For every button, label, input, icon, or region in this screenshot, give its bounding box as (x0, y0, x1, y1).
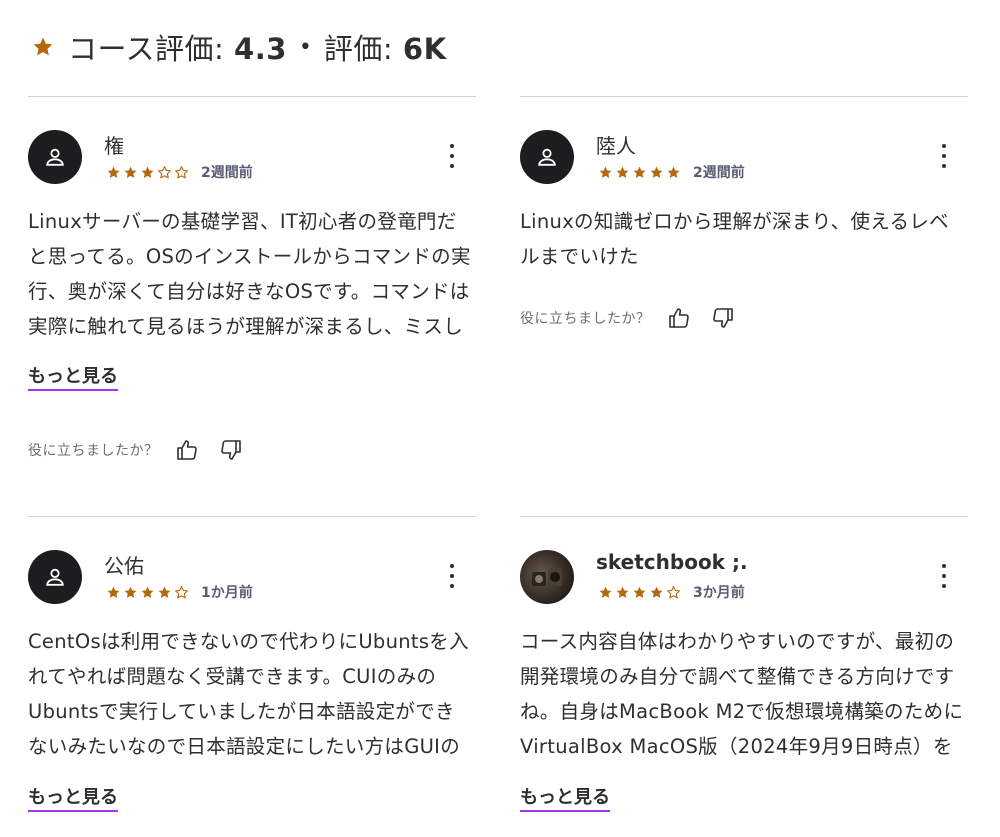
review-card: 公佑 1か月前 CentOsは利用できないので代わりにUbuntsを入れてやれば… (28, 516, 476, 837)
see-more-button[interactable]: もっと見る (28, 787, 118, 812)
more-options-button[interactable] (448, 144, 456, 168)
star-filled-icon (124, 166, 137, 178)
helpful-row: 役に立ちましたか？ (520, 304, 753, 332)
divider (520, 96, 968, 97)
reviewer-name: 公佑 (104, 554, 144, 578)
review-card: 権 2週間前 Linuxサーバーの基礎学習、IT初心者の登竜門だと思ってる。OS… (28, 96, 476, 496)
star-filled-icon (107, 586, 120, 598)
star-filled-icon (616, 586, 629, 598)
review-text: コース内容自体はわかりやすいのですが、最初の開発環境のみ自分で調べて整備できる方… (520, 630, 964, 758)
avatar (28, 130, 82, 184)
course-rating-header: コース評価: 4.3 • 評価: 6K (32, 26, 447, 68)
star-filled-icon (599, 586, 612, 598)
course-rating-text: コース評価: 4.3 (68, 26, 287, 68)
thumbs-up-icon[interactable] (173, 436, 201, 464)
rating-count-value: 6K (402, 32, 447, 66)
more-options-button[interactable] (940, 564, 948, 588)
helpful-row: 役に立ちましたか？ (28, 436, 261, 464)
review-rating: 2週間前 (598, 162, 745, 182)
review-text: Linuxサーバーの基礎学習、IT初心者の登竜門だと思ってる。OSのインストール… (28, 210, 471, 338)
star-filled-icon (141, 586, 154, 598)
more-options-button[interactable] (448, 564, 456, 588)
more-options-button[interactable] (940, 144, 948, 168)
review-rating: 3か月前 (598, 582, 745, 602)
star-empty-icon (158, 165, 171, 178)
thumbs-down-icon[interactable] (217, 436, 245, 464)
star-rating (598, 165, 681, 180)
user-icon (46, 568, 64, 586)
reviewer-name: 権 (104, 134, 124, 158)
star-filled-icon (667, 166, 680, 178)
review-text: Linuxの知識ゼロから理解が深まり、使えるレベルまでいけた (520, 210, 949, 268)
header-separator: • (298, 34, 312, 60)
see-more-button[interactable]: もっと見る (520, 787, 610, 812)
thumbs-down-icon[interactable] (709, 304, 737, 332)
star-empty-icon (175, 165, 188, 178)
star-filled-icon (650, 586, 663, 598)
avatar (520, 550, 574, 604)
photo-avatar-icon (532, 568, 562, 586)
star-rating (106, 165, 189, 180)
star-filled-icon (616, 166, 629, 178)
reviewer-name: sketchbook ;. (596, 550, 748, 574)
course-rating-label: コース評価: (68, 32, 235, 66)
star-filled-icon (599, 166, 612, 178)
star-icon (33, 37, 53, 56)
star-filled-icon (633, 166, 646, 178)
star-filled-icon (650, 166, 663, 178)
star-filled-icon (633, 586, 646, 598)
star-rating (106, 585, 189, 600)
star-empty-icon (175, 585, 188, 598)
review-text: CentOsは利用できないので代わりにUbuntsを入れてやれば問題なく受講でき… (28, 630, 469, 758)
review-time: 1か月前 (201, 585, 253, 601)
avatar (520, 130, 574, 184)
avatar (28, 550, 82, 604)
see-more-button[interactable]: もっと見る (28, 366, 118, 391)
helpful-label: 役に立ちましたか？ (520, 311, 651, 327)
divider (520, 516, 968, 517)
review-time: 2週間前 (693, 165, 745, 181)
rating-count-label: 評価: (323, 32, 403, 66)
course-rating-value: 4.3 (234, 32, 287, 66)
review-rating: 2週間前 (106, 162, 253, 182)
review-card: sketchbook ;. 3か月前 コース内容自体はわかりやすいのですが、最初… (520, 516, 968, 837)
star-filled-icon (141, 166, 154, 178)
star-filled-icon (107, 166, 120, 178)
star-empty-icon (667, 585, 680, 598)
divider (28, 96, 476, 97)
reviewer-name: 陸人 (596, 134, 636, 158)
review-time: 2週間前 (201, 165, 253, 181)
review-card: 陸人 2週間前 Linuxの知識ゼロから理解が深まり、使えるレベルまでいけた 役… (520, 96, 968, 496)
review-time: 3か月前 (693, 585, 745, 601)
thumbs-up-icon[interactable] (665, 304, 693, 332)
star-filled-icon (124, 586, 137, 598)
helpful-label: 役に立ちましたか？ (28, 443, 159, 459)
review-rating: 1か月前 (106, 582, 253, 602)
divider (28, 516, 476, 517)
user-icon (46, 148, 64, 166)
rating-count-text: 評価: 6K (324, 26, 447, 68)
user-icon (538, 148, 556, 166)
star-rating (598, 585, 681, 600)
star-filled-icon (158, 586, 171, 598)
